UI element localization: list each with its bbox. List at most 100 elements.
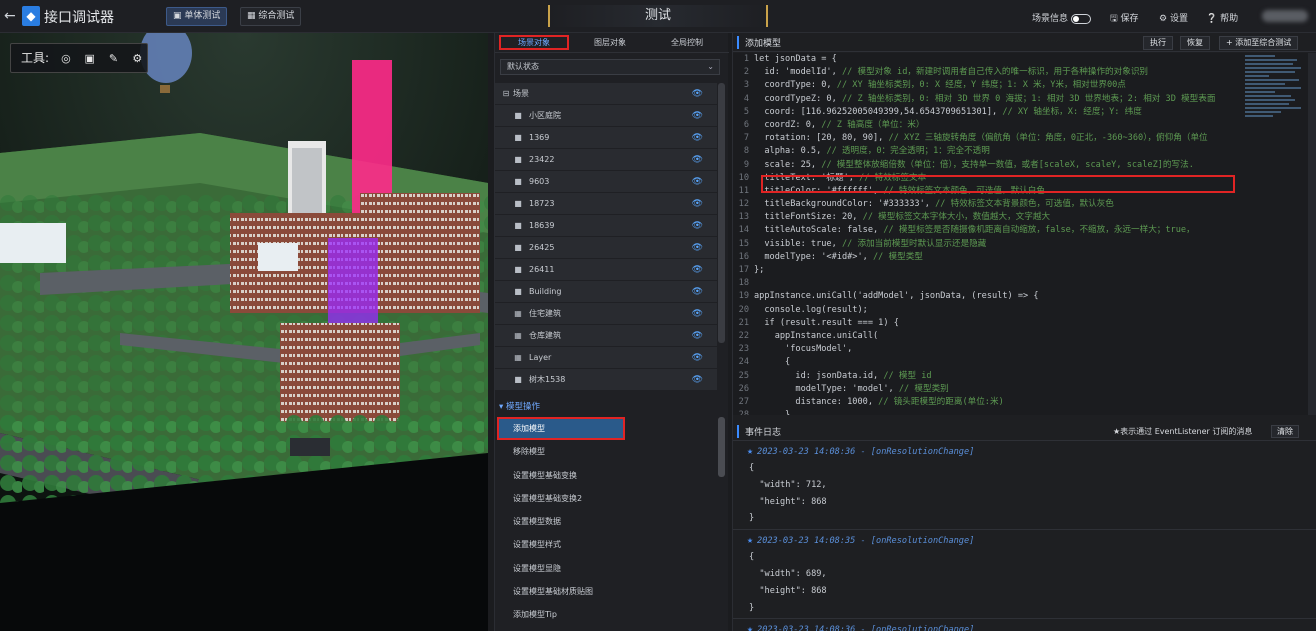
menu-set-data[interactable]: 设置模型数据 bbox=[495, 510, 717, 533]
editor-scrollbar[interactable] bbox=[1308, 53, 1316, 415]
cube-icon: ■ bbox=[514, 243, 522, 252]
menu-set-style[interactable]: 设置模型样式 bbox=[495, 533, 717, 556]
app-title: 接口调试器 bbox=[44, 10, 114, 26]
tree-item[interactable]: ■ 1369 👁 bbox=[495, 127, 717, 149]
code-comment: // 模型标签是否随摄像机距离自动缩放，false，不缩放，永远一样大；true… bbox=[878, 225, 1195, 236]
menu-scrollbar[interactable] bbox=[718, 417, 725, 477]
code-line: }; bbox=[754, 264, 1244, 277]
state-select[interactable]: 默认状态 ⌄ bbox=[500, 59, 720, 75]
model-ops-section[interactable]: ▾ 模型操作 bbox=[495, 399, 729, 415]
eye-icon[interactable]: 👁 bbox=[692, 281, 703, 303]
scene-viewport[interactable]: 工具: ◎ ▣ ✎ ⚙ bbox=[0, 33, 488, 631]
tree-item[interactable]: ■ 小区庭院 👁 bbox=[495, 105, 717, 127]
line-number: 4 bbox=[743, 93, 749, 104]
line-number: 15 bbox=[738, 238, 749, 249]
tree-item[interactable]: ■ 26411 👁 bbox=[495, 259, 717, 281]
code-text: let jsonData = { bbox=[754, 54, 837, 64]
eye-icon[interactable]: 👁 bbox=[692, 105, 703, 127]
tree-item[interactable]: ■ 18723 👁 bbox=[495, 193, 717, 215]
event-divider bbox=[733, 618, 1316, 620]
tree-scrollbar[interactable] bbox=[718, 83, 725, 343]
code-line: coordType: 0, // XY 轴坐标类别，0: X 经度，Y 纬度；1… bbox=[754, 79, 1244, 92]
code-text: scale: 25, bbox=[754, 159, 817, 170]
eye-icon[interactable]: 👁 bbox=[692, 325, 703, 347]
menu-add-tip[interactable]: 添加模型Tip bbox=[495, 603, 717, 626]
eye-icon[interactable]: 👁 bbox=[692, 127, 703, 149]
save-icon: 🖫 bbox=[1110, 14, 1118, 24]
code-line: }, bbox=[754, 409, 1244, 415]
code-line: id: jsonData.id, // 模型 id bbox=[754, 370, 1244, 383]
top-bar: ← ◆ 接口调试器 ▣ 单体测试 ▦ 综合测试 测试 场景信息 🖫 保存 ⚙ 设… bbox=[0, 0, 1316, 33]
eye-icon[interactable]: 👁 bbox=[692, 259, 703, 281]
arrow-left-icon[interactable]: ← bbox=[4, 8, 18, 24]
tab-scene-objects[interactable]: 场景对象 bbox=[499, 35, 569, 50]
tree-item[interactable]: ▦ 住宅建筑 👁 bbox=[495, 303, 717, 325]
eye-icon[interactable]: 👁 bbox=[692, 149, 703, 171]
eye-icon[interactable]: 👁 bbox=[692, 237, 703, 259]
tree-item[interactable]: ■ 18639 👁 bbox=[495, 215, 717, 237]
tree-item[interactable]: ■ 26425 👁 bbox=[495, 237, 717, 259]
add-to-composite-button[interactable]: + 添加至综合测试 bbox=[1219, 36, 1299, 50]
event-log-note: ★表示通过 EventListener 订阅的消息 bbox=[1113, 427, 1253, 436]
menu-add-model[interactable]: 添加模型 bbox=[497, 417, 625, 441]
gear-icon[interactable]: ⚙ bbox=[130, 45, 144, 73]
clear-button[interactable]: 清除 bbox=[1271, 425, 1299, 438]
tree-item[interactable]: ■ 23422 👁 bbox=[495, 149, 717, 171]
menu-set-transform[interactable]: 设置模型基础变换 bbox=[495, 464, 717, 487]
code-text: id: 'modelId', bbox=[754, 67, 837, 78]
tab-global-control[interactable]: 全局控制 bbox=[671, 37, 703, 48]
event-entry-header: ★ 2023-03-23 14:08:36 - [onResolutionChan… bbox=[747, 621, 1316, 631]
avatar[interactable] bbox=[1262, 10, 1308, 22]
eye-icon[interactable]: 👁 bbox=[692, 303, 703, 325]
line-number: 25 bbox=[738, 370, 749, 381]
restore-button[interactable]: 恢复 bbox=[1180, 36, 1210, 50]
tab-layer-objects[interactable]: 图层对象 bbox=[594, 37, 626, 48]
tree-item[interactable]: ■ 树木1538 👁 bbox=[495, 369, 717, 391]
line-number: 24 bbox=[738, 357, 749, 368]
toggle-switch[interactable] bbox=[1071, 13, 1092, 24]
code-editor[interactable]: 1 2 3 4 5 6 7 8 9 10 11 12 13 14 15 16 17 18 19 20 21 22 23 24 2… bbox=[733, 53, 1316, 415]
line-number: 18 bbox=[738, 278, 749, 289]
code-comment: // 模型类别 bbox=[893, 383, 949, 394]
help-button[interactable]: ❔ 帮助 bbox=[1206, 11, 1238, 24]
collapse-icon[interactable]: ⊟ bbox=[501, 83, 511, 105]
line-number: 10 bbox=[738, 172, 749, 183]
frame-icon[interactable]: ▣ bbox=[83, 45, 97, 73]
menu-set-transform-2[interactable]: 设置模型基础变换2 bbox=[495, 487, 717, 510]
code-line: titleBackgroundColor: '#333333', // 特效标签… bbox=[754, 198, 1244, 211]
tree-item[interactable]: ▦ 仓库建筑 👁 bbox=[495, 325, 717, 347]
code-text: titleBackgroundColor: '#333333', bbox=[754, 199, 930, 210]
eye-icon[interactable]: 👁 bbox=[692, 347, 703, 369]
tree-root[interactable]: ⊟ 场景 👁 bbox=[495, 83, 717, 105]
pen-icon[interactable]: ✎ bbox=[107, 45, 121, 73]
eye-icon[interactable]: 👁 bbox=[692, 369, 703, 391]
event-entry-line: "width": 689, bbox=[749, 568, 827, 579]
scene-info-toggle[interactable]: 场景信息 bbox=[1032, 11, 1092, 24]
eye-icon[interactable]: 👁 bbox=[692, 193, 703, 215]
code-line: visible: true, // 添加当前模型时默认显示还是隐藏 bbox=[754, 238, 1244, 251]
eye-icon[interactable]: 👁 bbox=[692, 83, 703, 105]
run-button[interactable]: 执行 bbox=[1143, 36, 1173, 50]
tree-item[interactable]: ■ 9603 👁 bbox=[495, 171, 717, 193]
code-minimap[interactable] bbox=[1243, 53, 1305, 133]
menu-set-visibility[interactable]: 设置模型显隐 bbox=[495, 557, 717, 580]
tab-composite-test[interactable]: ▦ 综合测试 bbox=[240, 7, 302, 26]
locate-icon[interactable]: ◎ bbox=[59, 45, 73, 73]
chevron-down-icon: ⌄ bbox=[707, 62, 714, 71]
tools-label: 工具: bbox=[21, 51, 50, 65]
tab-unit-test[interactable]: ▣ 单体测试 bbox=[166, 7, 228, 26]
tree-item[interactable]: ▦ Layer 👁 bbox=[495, 347, 717, 369]
code-text: modelType: '<#id#>', bbox=[754, 251, 868, 262]
eye-icon[interactable]: 👁 bbox=[692, 215, 703, 237]
settings-button[interactable]: ⚙ 设置 bbox=[1159, 11, 1188, 24]
eye-icon[interactable]: 👁 bbox=[692, 171, 703, 193]
code-text: 'focusModel', bbox=[754, 344, 853, 355]
tree-item[interactable]: ■ Building 👁 bbox=[495, 281, 717, 303]
event-log[interactable]: ★ 2023-03-23 14:08:36 - [onResolutionChan… bbox=[733, 443, 1316, 631]
cube-icon: ■ bbox=[514, 177, 522, 186]
save-button[interactable]: 🖫 保存 bbox=[1110, 11, 1139, 27]
menu-remove-model[interactable]: 移除模型 bbox=[495, 440, 717, 463]
cube-icon: ■ bbox=[514, 287, 522, 296]
menu-set-material[interactable]: 设置模型基础材质贴图 bbox=[495, 580, 717, 603]
line-number: 14 bbox=[738, 225, 749, 236]
